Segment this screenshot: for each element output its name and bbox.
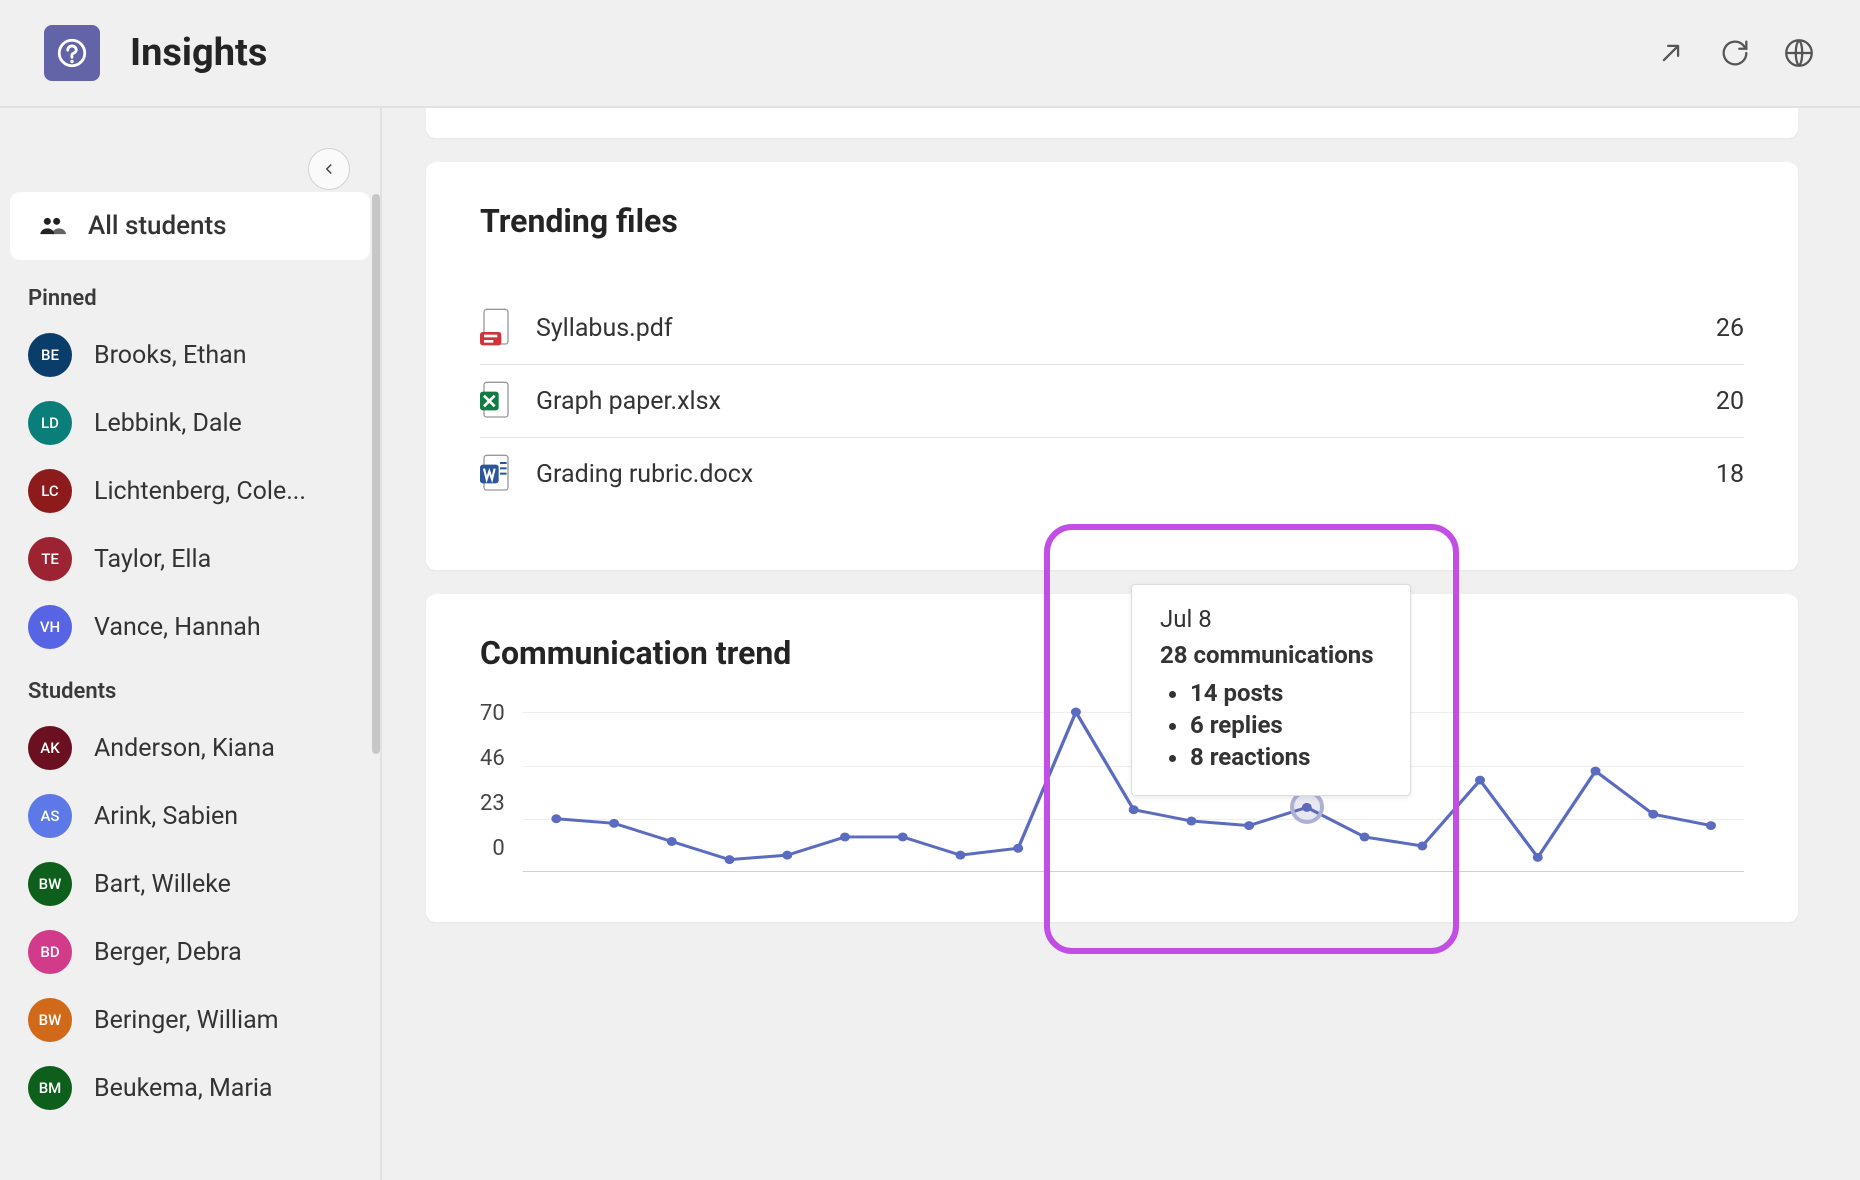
card-top-slice: [426, 108, 1798, 138]
student-name: Arink, Sabien: [94, 802, 238, 831]
sidebar-item-student[interactable]: AK Anderson, Kiana: [0, 714, 380, 782]
trending-files-card: Trending files Syllabus.pdf 26 Graph paper…: [426, 162, 1798, 570]
globe-icon[interactable]: [1782, 36, 1816, 70]
tooltip-item: 6 replies: [1190, 711, 1382, 739]
sidebar-item-all-students[interactable]: All students: [10, 192, 370, 260]
page-title: Insights: [130, 31, 267, 75]
communication-trend-card: Communication trend Jul 8 28 communicati…: [426, 594, 1798, 922]
tooltip-item: 14 posts: [1190, 679, 1382, 707]
xlsx-icon: [480, 381, 512, 421]
student-name: Beringer, William: [94, 1006, 279, 1035]
app-icon: [44, 25, 100, 81]
sidebar-item-label: All students: [88, 211, 227, 241]
avatar: LC: [28, 469, 72, 513]
sidebar-item-student[interactable]: AS Arink, Sabien: [0, 782, 380, 850]
avatar: BM: [28, 1066, 72, 1110]
tooltip-date: Jul 8: [1160, 605, 1382, 633]
y-tick: 46: [480, 746, 505, 771]
main-content: Trending files Syllabus.pdf 26 Graph paper…: [382, 108, 1860, 1180]
sidebar-item-student[interactable]: LC Lichtenberg, Cole...: [0, 457, 380, 525]
student-name: Vance, Hannah: [94, 613, 261, 642]
y-tick: 23: [480, 791, 505, 816]
avatar: AS: [28, 794, 72, 838]
scrollbar[interactable]: [372, 194, 380, 754]
sidebar-header-students: Students: [0, 661, 380, 714]
refresh-icon[interactable]: [1718, 36, 1752, 70]
tooltip-item: 8 reactions: [1190, 743, 1382, 771]
student-name: Lebbink, Dale: [94, 409, 242, 438]
people-icon: [38, 212, 66, 240]
y-tick: 0: [492, 836, 504, 861]
student-name: Brooks, Ethan: [94, 341, 247, 370]
avatar: AK: [28, 726, 72, 770]
avatar: VH: [28, 605, 72, 649]
y-tick: 70: [480, 701, 505, 726]
avatar: BE: [28, 333, 72, 377]
sidebar-item-student[interactable]: BW Beringer, William: [0, 986, 380, 1054]
tooltip-headline: 28 communications: [1160, 641, 1382, 669]
student-name: Berger, Debra: [94, 938, 242, 967]
file-count: 18: [1716, 460, 1744, 489]
communication-trend-title: Communication trend: [480, 634, 1744, 672]
sidebar-item-student[interactable]: LD Lebbink, Dale: [0, 389, 380, 457]
avatar: TE: [28, 537, 72, 581]
file-row[interactable]: Graph paper.xlsx 20: [480, 365, 1744, 438]
trending-files-title: Trending files: [480, 202, 1744, 240]
docx-icon: [480, 454, 512, 494]
student-name: Bart, Willeke: [94, 870, 231, 899]
student-name: Taylor, Ella: [94, 545, 211, 574]
sidebar-item-student[interactable]: BD Berger, Debra: [0, 918, 380, 986]
sidebar-item-student[interactable]: VH Vance, Hannah: [0, 593, 380, 661]
file-name: Syllabus.pdf: [536, 314, 673, 343]
sidebar-item-student[interactable]: BW Bart, Willeke: [0, 850, 380, 918]
expand-icon[interactable]: [1654, 36, 1688, 70]
file-count: 26: [1716, 314, 1744, 343]
student-name: Lichtenberg, Cole...: [94, 477, 306, 506]
file-row[interactable]: Syllabus.pdf 26: [480, 292, 1744, 365]
sidebar-item-student[interactable]: BM Beukema, Maria: [0, 1054, 380, 1122]
file-name: Graph paper.xlsx: [536, 387, 721, 416]
sidebar-item-student[interactable]: TE Taylor, Ella: [0, 525, 380, 593]
sidebar-header-pinned: Pinned: [0, 268, 380, 321]
chart-y-axis: 70 46 23 0: [480, 701, 523, 861]
file-row[interactable]: Grading rubric.docx 18: [480, 438, 1744, 510]
pdf-icon: [480, 308, 512, 348]
avatar: BW: [28, 862, 72, 906]
student-name: Beukema, Maria: [94, 1074, 273, 1103]
top-bar: Insights: [0, 0, 1860, 108]
sidebar-item-student[interactable]: BE Brooks, Ethan: [0, 321, 380, 389]
avatar: BW: [28, 998, 72, 1042]
avatar: LD: [28, 401, 72, 445]
file-count: 20: [1716, 387, 1744, 416]
file-name: Grading rubric.docx: [536, 460, 753, 489]
sidebar: All students Pinned BE Brooks, Ethan LD Leb…: [0, 108, 382, 1180]
chart-tooltip: Jul 8 28 communications 14 posts 6 replie…: [1131, 584, 1411, 796]
student-name: Anderson, Kiana: [94, 734, 275, 763]
collapse-sidebar-button[interactable]: [308, 148, 350, 190]
avatar: BD: [28, 930, 72, 974]
